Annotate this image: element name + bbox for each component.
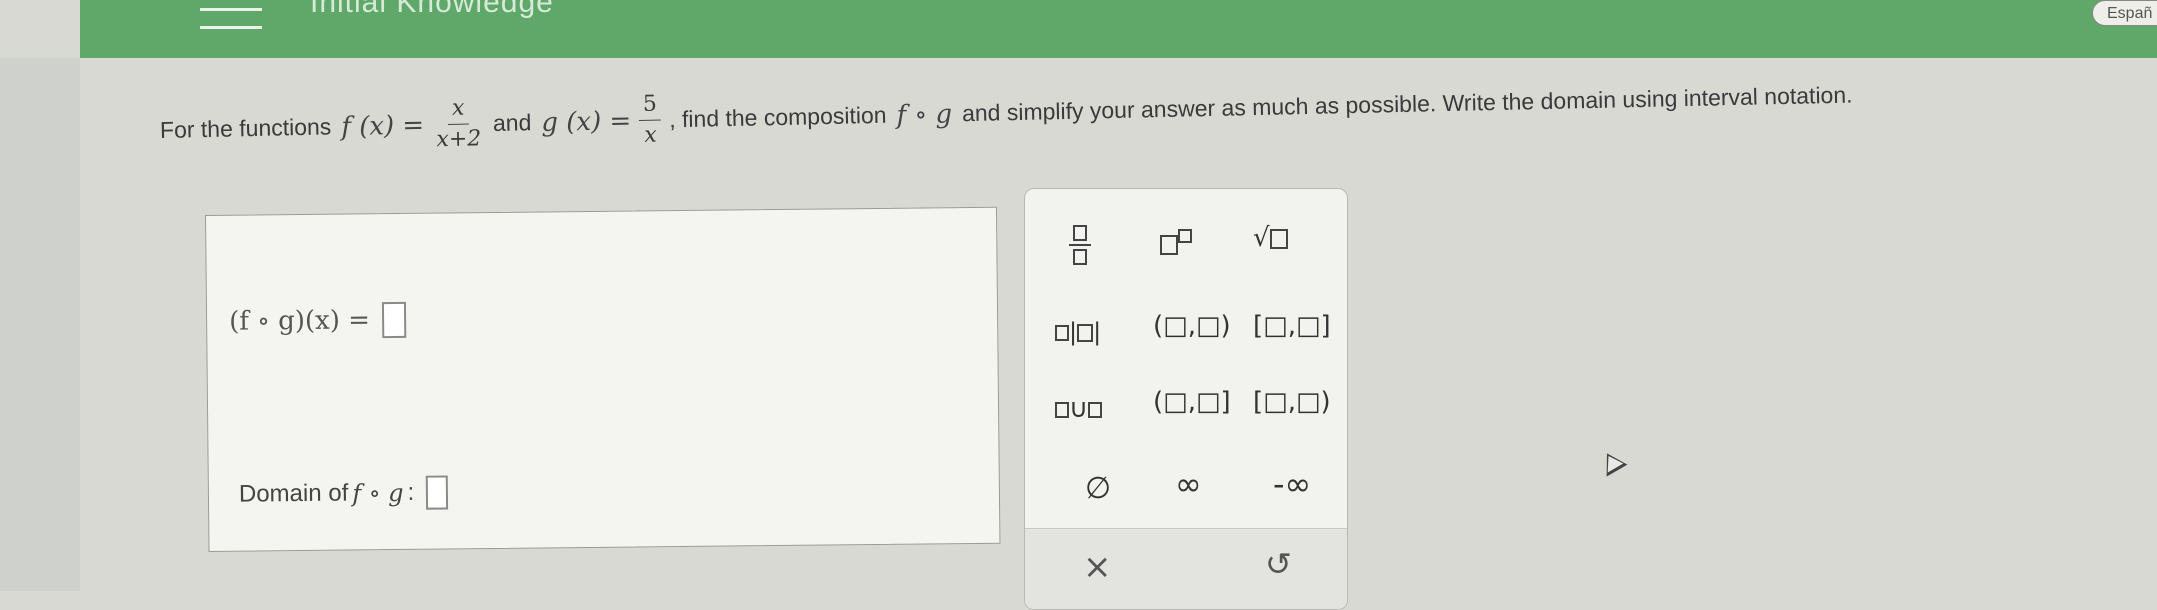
composition-label: (f ∘ g)(x) =: [228, 305, 371, 337]
exponent-button[interactable]: [1160, 229, 1192, 259]
question-text: For the functions f (x) = x x+2 and g (x…: [159, 65, 1853, 161]
composition-input[interactable]: [381, 301, 407, 339]
g-fraction: 5 x: [638, 89, 662, 151]
question-suffix: , find the composition: [668, 101, 887, 133]
g-definition: g (x) =: [541, 105, 632, 138]
negative-infinity-button[interactable]: -∞: [1273, 465, 1311, 503]
exponent-placeholder-icon: [1178, 229, 1192, 243]
domain-label: Domain of: [238, 479, 349, 508]
f-definition: f (x) =: [340, 109, 425, 142]
question-prefix: For the functions: [159, 113, 332, 143]
clear-icon[interactable]: ×: [1083, 547, 1112, 587]
question-tail: and simplify your answer as much as poss…: [961, 81, 1853, 127]
absolute-value-button[interactable]: | |: [1055, 317, 1101, 347]
infinity-button[interactable]: ∞: [1175, 465, 1202, 503]
f-numerator: x: [447, 93, 469, 125]
g-denominator: x: [644, 122, 658, 148]
g-numerator: 5: [638, 89, 662, 121]
sqrt-button[interactable]: √: [1253, 223, 1288, 253]
language-button[interactable]: Españ: [2092, 0, 2157, 26]
menu-icon[interactable]: [200, 0, 262, 29]
and-text: and: [492, 109, 532, 137]
top-bar: Initial Knowledge: [80, 0, 2157, 58]
base-placeholder-icon: [1160, 234, 1178, 255]
composition-row: (f ∘ g)(x) =: [228, 301, 407, 340]
palette-actions: × ↺: [1025, 528, 1347, 609]
open-interval-button[interactable]: (□,□): [1153, 311, 1231, 341]
answer-area: (f ∘ g)(x) = Domain of f ∘ g :: [205, 206, 1001, 552]
composition-symbol: f ∘ g: [896, 98, 953, 131]
domain-function: f ∘ g: [352, 478, 404, 508]
closed-interval-button[interactable]: [□,□]: [1253, 311, 1331, 341]
left-open-interval-button[interactable]: (□,□]: [1153, 387, 1231, 417]
left-panel: [0, 58, 80, 591]
undo-icon[interactable]: ↺: [1265, 545, 1292, 583]
right-open-interval-button[interactable]: [□,□): [1253, 387, 1331, 417]
topic-title: Initial Knowledge: [310, 0, 554, 19]
domain-input[interactable]: [426, 475, 449, 510]
f-fraction: x x+2: [432, 93, 486, 155]
math-palette: √ | | (□,□) [□,□] ∪ (□,□] [□,□) ∅ ∞ -∞ × …: [1024, 188, 1348, 610]
f-denominator: x+2: [436, 126, 482, 153]
sqrt-icon: √: [1253, 223, 1270, 253]
denominator-placeholder-icon: [1073, 249, 1087, 265]
numerator-placeholder-icon: [1073, 225, 1087, 241]
fraction-button[interactable]: [1069, 225, 1091, 265]
mouse-cursor-icon: [1596, 447, 1628, 477]
union-button[interactable]: ∪: [1055, 394, 1103, 424]
empty-set-button[interactable]: ∅: [1085, 471, 1111, 506]
union-icon: ∪: [1069, 394, 1089, 424]
domain-row: Domain of f ∘ g :: [239, 475, 449, 511]
domain-colon: :: [407, 478, 415, 506]
